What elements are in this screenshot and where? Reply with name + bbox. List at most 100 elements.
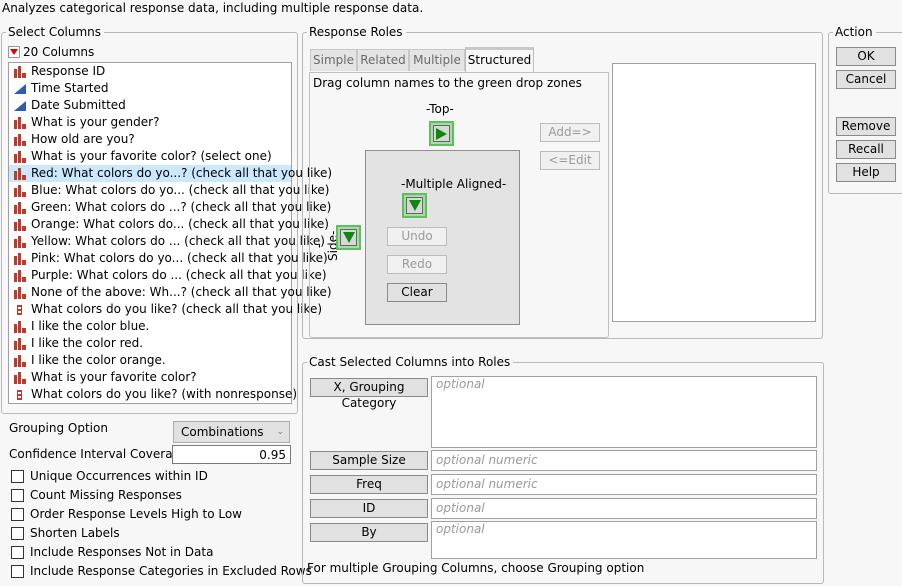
column-list[interactable]: Response ID Time Started Date Submitted Wha… [8,62,332,404]
play-down-icon [342,232,355,243]
by-button[interactable]: By [310,523,428,542]
by-field[interactable]: optional [431,521,817,559]
undo-button[interactable]: Undo [387,227,447,246]
tab-simple[interactable]: Simple [310,49,357,71]
column-list-item[interactable]: I like the color blue. [9,318,291,335]
redo-button[interactable]: Redo [387,255,447,274]
cancel-button[interactable]: Cancel [836,70,896,89]
column-list-item[interactable]: Response ID [9,63,291,80]
grouping-option-dropdown[interactable]: Combinations ⌄ [173,421,290,443]
column-name: What is your favorite color? [31,370,197,384]
remove-button[interactable]: Remove [836,117,896,136]
sample-size-field[interactable]: optional numeric [431,450,817,471]
column-list-item[interactable]: Pink: What colors do yo... (check all th… [9,250,328,267]
column-name: Green: What colors do ...? (check all th… [31,200,332,214]
option-checkbox[interactable] [11,508,24,521]
column-list-item[interactable]: What is your favorite color? (select one… [9,148,291,165]
id-placeholder: optional [436,501,485,515]
help-button[interactable]: Help [836,163,896,182]
nominal-icon [14,235,26,248]
play-right-icon [436,127,447,140]
column-list-item[interactable]: What is your favorite color? [9,369,291,386]
top-drop-zone[interactable] [429,121,454,146]
option-checkbox-label: Count Missing Responses [30,488,182,502]
column-list-item[interactable]: Purple: What colors do ... (check all th… [9,267,327,284]
continuous-icon [14,83,26,94]
column-list-item[interactable]: Red: What colors do yo...? (check all th… [9,165,332,182]
multiple-response-icon [17,389,22,400]
column-name: Response ID [31,64,106,78]
nominal-icon [14,133,26,146]
continuous-icon [14,100,26,111]
column-list-item[interactable]: Blue: What colors do yo... (check all th… [9,182,329,199]
freq-button[interactable]: Freq [310,475,428,494]
nominal-icon [14,150,26,163]
freq-placeholder: optional numeric [436,477,538,491]
select-columns-title: Select Columns [6,24,105,40]
column-list-item[interactable]: What colors do you like? (check all that… [9,301,322,318]
x-grouping-placeholder: optional [436,377,485,391]
column-list-item[interactable]: I like the color orange. [9,352,291,369]
nominal-icon [14,337,26,350]
sample-size-button[interactable]: Sample Size [310,451,428,470]
edit-button[interactable]: <=Edit [540,151,600,170]
column-list-item[interactable]: Green: What colors do ...? (check all th… [9,199,331,216]
column-name: Yellow: What colors do ... (check all th… [31,234,325,248]
option-checkbox[interactable] [11,489,24,502]
ci-coverage-label: Confidence Interval Coverage [9,447,188,461]
column-list-item[interactable]: What colors do you like? (with nonrespon… [9,386,297,403]
recall-button[interactable]: Recall [836,140,896,159]
disclosure-triangle-icon[interactable] [8,46,20,58]
side-drop-zone[interactable] [336,225,361,250]
add-button[interactable]: Add=> [540,123,600,142]
nominal-icon [14,184,26,197]
column-list-item[interactable]: What is your gender? [9,114,291,131]
column-list-item[interactable]: I like the color red. [9,335,291,352]
column-name: Pink: What colors do yo... (check all th… [31,251,328,265]
column-list-item[interactable]: Date Submitted [9,97,291,114]
multiple-aligned-label: -Multiple Aligned- [401,177,507,191]
tab-related[interactable]: Related [357,49,409,71]
column-name: Red: What colors do yo...? (check all th… [31,166,333,180]
column-name: Orange: What colors do... (check all tha… [31,217,329,231]
structured-roles-list[interactable] [612,63,816,322]
column-name: Blue: What colors do yo... (check all th… [31,183,330,197]
platform-description: Analyzes categorical response data, incl… [2,1,424,15]
column-name: Purple: What colors do ... (check all th… [31,268,327,282]
option-checkbox[interactable] [11,527,24,540]
response-roles-title: Response Roles [307,24,406,40]
option-checkbox[interactable] [11,470,24,483]
nominal-icon [14,116,26,129]
column-name: Time Started [31,81,109,95]
freq-field[interactable]: optional numeric [431,474,817,495]
chevron-down-icon: ⌄ [276,427,284,437]
ci-coverage-input[interactable] [172,445,291,464]
column-name: I like the color red. [31,336,144,350]
by-placeholder: optional [436,522,485,536]
column-name: I like the color blue. [31,319,150,333]
clear-button[interactable]: Clear [387,283,447,302]
multiple-aligned-drop-zone[interactable] [402,193,427,218]
tab-multiple[interactable]: Multiple [409,49,465,71]
column-list-item[interactable]: How old are you? [9,131,291,148]
grouping-option-label: Grouping Option [9,421,108,435]
column-list-item[interactable]: Time Started [9,80,291,97]
id-field[interactable]: optional [431,498,817,519]
nominal-icon [14,167,26,180]
column-name: What colors do you like? (with nonrespon… [31,387,298,401]
nominal-icon [14,201,26,214]
id-button[interactable]: ID [310,499,428,518]
ok-button[interactable]: OK [836,47,896,66]
x-grouping-category-button[interactable]: X, Grouping Category [310,378,428,410]
column-count-header[interactable]: 20 Columns [8,45,94,59]
column-list-item[interactable]: Yellow: What colors do ... (check all th… [9,233,325,250]
x-grouping-category-field[interactable]: optional [431,376,817,448]
tab-structured[interactable]: Structured [465,47,534,72]
option-checkbox[interactable] [11,565,24,578]
option-checkbox[interactable] [11,546,24,559]
column-name: How old are you? [31,132,135,146]
column-list-item[interactable]: None of the above: Wh...? (check all tha… [9,284,332,301]
sample-size-placeholder: optional numeric [436,453,538,467]
column-list-item[interactable]: Orange: What colors do... (check all tha… [9,216,329,233]
nominal-icon [14,65,26,78]
